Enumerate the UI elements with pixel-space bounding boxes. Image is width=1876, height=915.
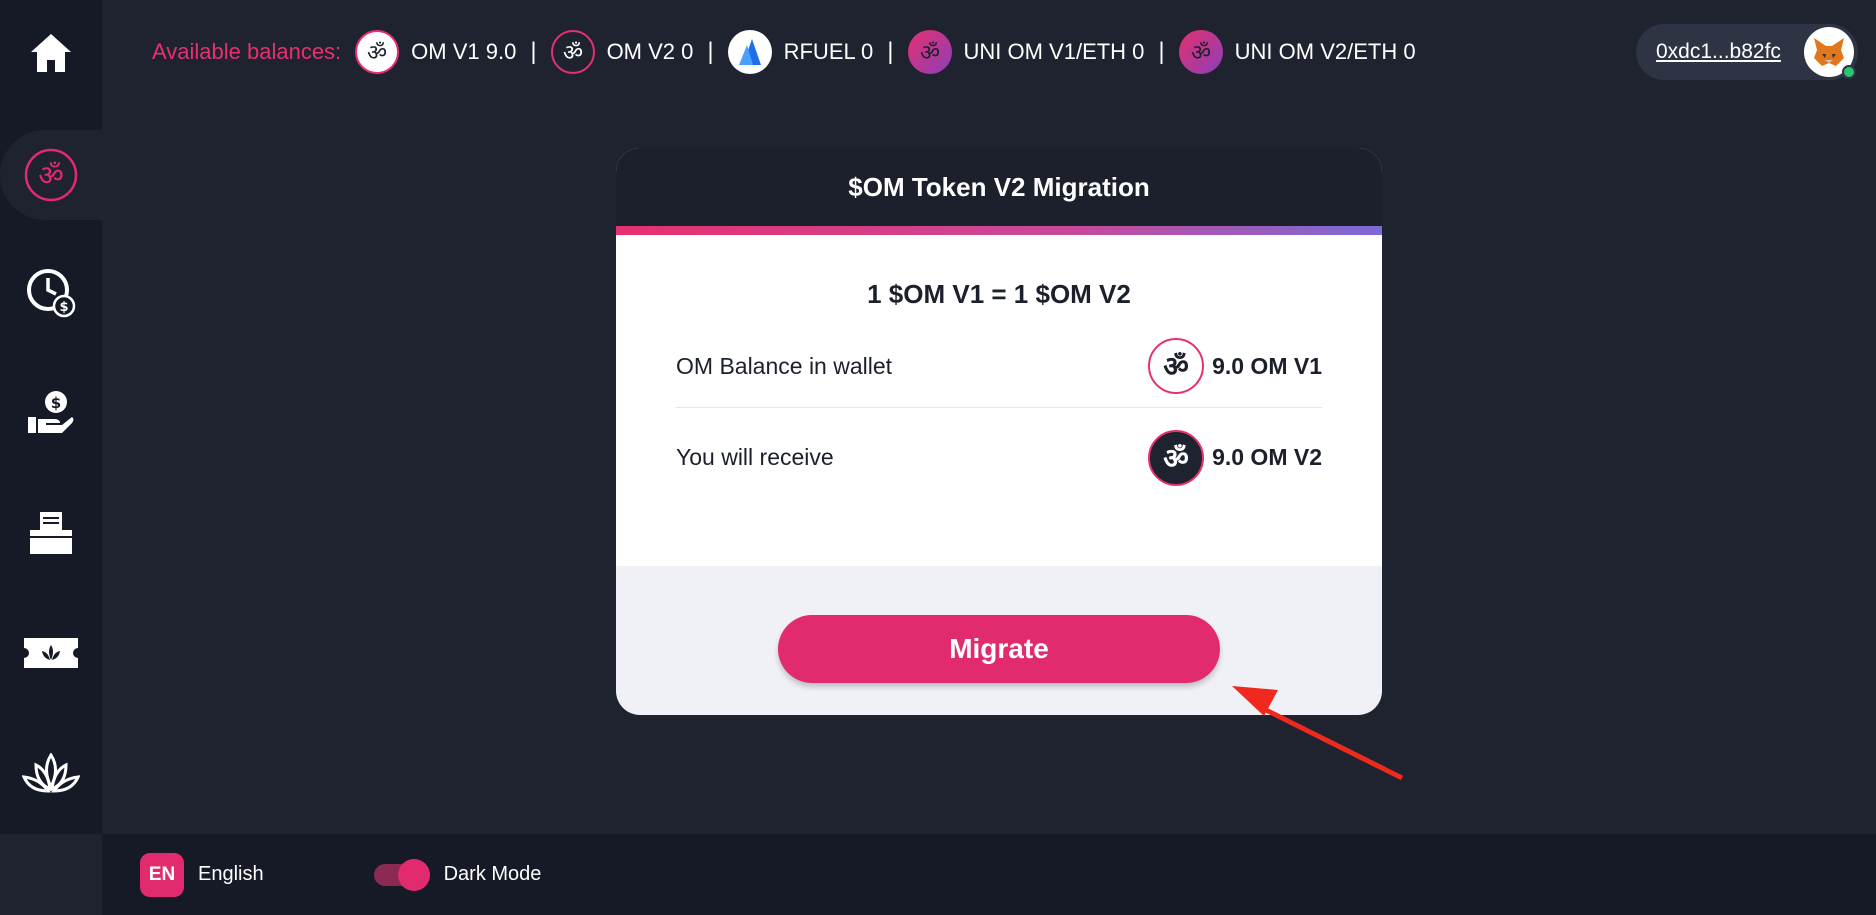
home-icon	[31, 34, 71, 72]
sidebar-item-nft[interactable]	[0, 608, 102, 698]
language-badge[interactable]: EN	[140, 852, 184, 897]
clock-dollar-icon: $	[27, 269, 76, 318]
hand-dollar-icon: $	[28, 391, 74, 433]
separator: |	[887, 38, 894, 65]
svg-text:ॐ: ॐ	[1163, 350, 1189, 383]
wallet-button[interactable]: 0xdc1...b82fc	[1636, 24, 1858, 80]
receive-row: You will receive ॐ 9.0 OM V2	[676, 407, 1322, 507]
om-icon: ॐ	[24, 148, 78, 202]
receive-label: You will receive	[676, 444, 834, 470]
svg-text:ॐ: ॐ	[1191, 41, 1211, 66]
svg-text:ॐ: ॐ	[38, 159, 64, 192]
balance-uni-om-v2-eth: ॐ UNI OM V2/ETH 0	[1178, 30, 1416, 74]
receive-value-group: ॐ 9.0 OM V2	[1148, 429, 1322, 486]
balance-text: OM V1 9.0	[411, 39, 517, 64]
balance-row: OM Balance in wallet ॐ 9.0 OM V1	[676, 325, 1322, 407]
exchange-rate: 1 $OM V1 = 1 $OM V2	[867, 279, 1131, 309]
dark-mode-toggle[interactable]	[373, 858, 430, 891]
lotus-icon	[22, 753, 80, 793]
language-label[interactable]: English	[198, 863, 264, 886]
sidebar-item-governance[interactable]	[0, 488, 102, 578]
sidebar-item-home[interactable]	[0, 8, 102, 98]
balances-bar: Available balances: ॐ OM V1 9.0 | ॐ OM V…	[152, 28, 1416, 76]
sidebar-item-earn[interactable]: $	[0, 368, 102, 458]
separator: |	[707, 38, 714, 65]
migrate-button[interactable]: Migrate	[778, 614, 1220, 683]
om-icon: ॐ	[1148, 338, 1205, 394]
om-icon: ॐ	[1178, 30, 1223, 74]
annotation-arrow-icon	[1232, 686, 1404, 781]
toggle-knob	[397, 858, 430, 891]
sidebar-item-lotus[interactable]	[0, 730, 102, 820]
svg-text:$: $	[59, 300, 68, 315]
metamask-fox-icon	[1804, 27, 1856, 79]
balance-om-v2: ॐ OM V2 0	[550, 30, 694, 74]
svg-text:$: $	[51, 394, 61, 412]
svg-text:ॐ: ॐ	[563, 41, 583, 66]
sidebar: ॐ $ $	[0, 0, 102, 834]
balance-rfuel: RFUEL 0	[727, 30, 874, 74]
om-icon: ॐ	[355, 30, 400, 74]
om-icon: ॐ	[550, 30, 595, 74]
balance-text: UNI OM V2/ETH 0	[1234, 39, 1416, 64]
card-gradient-bar	[616, 226, 1382, 235]
ballot-box-icon	[30, 512, 72, 554]
card-title: $OM Token V2 Migration	[616, 148, 1382, 226]
svg-text:ॐ: ॐ	[367, 41, 387, 66]
sidebar-item-migration[interactable]: ॐ	[0, 130, 102, 220]
om-icon: ॐ	[907, 30, 952, 74]
balance-om-v1: ॐ OM V1 9.0	[355, 30, 516, 74]
card-body: 1 $OM V1 = 1 $OM V2 OM Balance in wallet…	[616, 235, 1382, 566]
om-icon: ॐ	[1148, 429, 1205, 486]
migration-card: $OM Token V2 Migration 1 $OM V1 = 1 $OM …	[616, 148, 1382, 715]
wallet-address[interactable]: 0xdc1...b82fc	[1656, 40, 1781, 64]
balance-text: OM V2 0	[606, 39, 694, 64]
balance-uni-om-v1-eth: ॐ UNI OM V1/ETH 0	[907, 30, 1145, 74]
separator: |	[1158, 38, 1165, 65]
balance-text: UNI OM V1/ETH 0	[963, 39, 1145, 64]
balances-label: Available balances:	[152, 39, 342, 64]
rfuel-icon	[727, 30, 772, 74]
lotus-ticket-icon	[24, 638, 78, 668]
footer-bar: EN English Dark Mode	[102, 834, 1876, 915]
svg-text:ॐ: ॐ	[1163, 442, 1189, 475]
dark-mode-label: Dark Mode	[443, 863, 542, 885]
sidebar-item-staking[interactable]: $	[0, 248, 102, 338]
balance-text: RFUEL 0	[783, 39, 874, 64]
receive-value: 9.0 OM V2	[1212, 444, 1322, 470]
svg-text:ॐ: ॐ	[919, 41, 939, 66]
balance-value: 9.0 OM V1	[1212, 352, 1322, 379]
balance-value-group: ॐ 9.0 OM V1	[1148, 338, 1322, 394]
balance-label: OM Balance in wallet	[676, 352, 893, 379]
connected-status-dot	[1842, 65, 1856, 79]
separator: |	[530, 38, 537, 65]
